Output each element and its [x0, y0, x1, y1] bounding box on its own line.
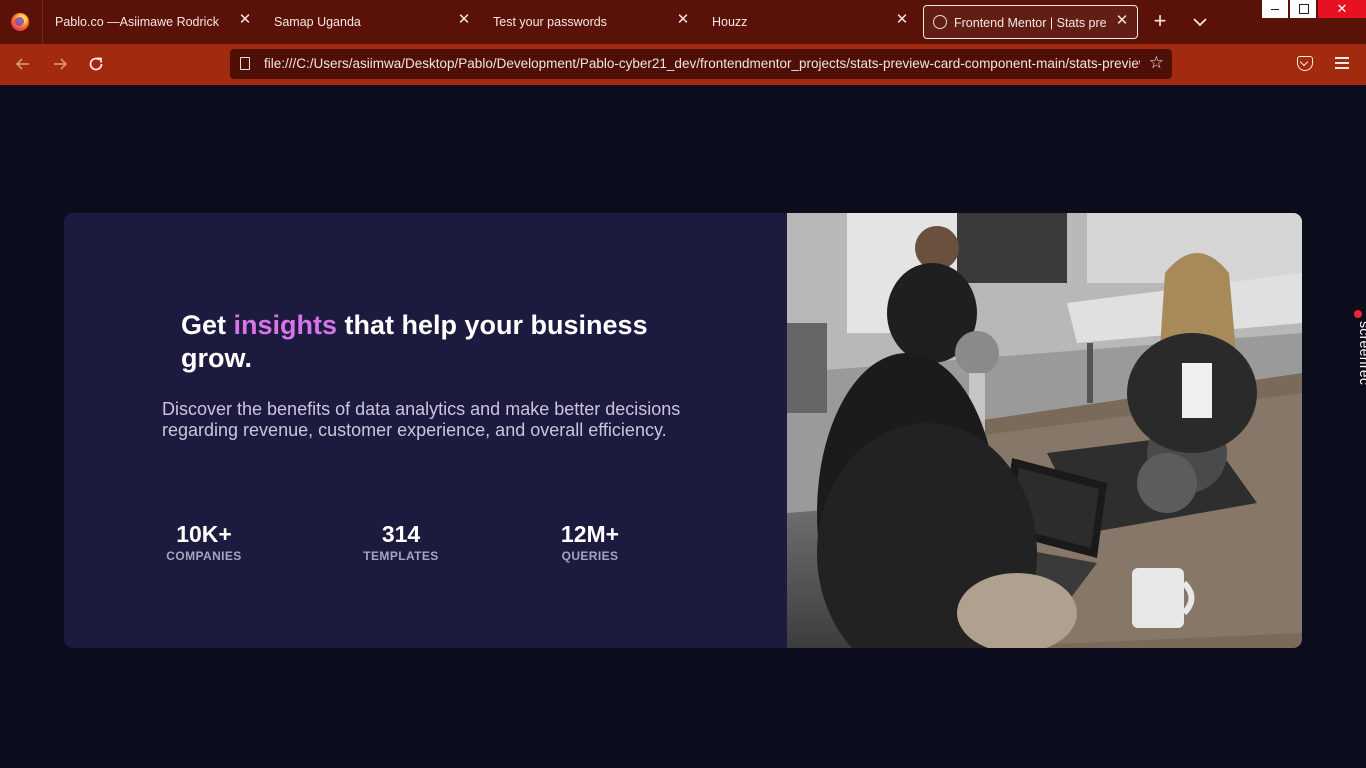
office-photo-illustration	[787, 213, 1302, 648]
window-close-button[interactable]: ✕	[1318, 0, 1366, 18]
stats-preview-card: Get insights that help your business gro…	[64, 213, 1302, 648]
tab-houzz[interactable]: Houzz ✕	[700, 0, 919, 44]
page-icon	[240, 57, 250, 70]
tab-label: Frontend Mentor | Stats preview card com…	[954, 16, 1106, 30]
screen-recorder-badge[interactable]: screenrec	[1350, 308, 1366, 408]
record-dot-icon	[1354, 310, 1362, 318]
stat-label: QUERIES	[561, 549, 619, 563]
stat-templates: 314 TEMPLATES	[356, 520, 446, 563]
recorder-label: screenrec	[1357, 321, 1366, 386]
navigation-toolbar: file:///C:/Users/asiimwa/Desktop/Pablo/D…	[0, 44, 1366, 85]
close-icon[interactable]: ✕	[676, 12, 690, 27]
url-text[interactable]: file:///C:/Users/asiimwa/Desktop/Pablo/D…	[264, 56, 1140, 71]
office-photo	[787, 213, 1302, 648]
stat-queries: 12M+ QUERIES	[545, 520, 635, 563]
stat-value: 10K+	[176, 521, 232, 547]
reload-button[interactable]	[85, 54, 107, 76]
stat-label: TEMPLATES	[363, 549, 439, 563]
arrow-left-icon	[15, 58, 29, 70]
headline-start: Get	[181, 310, 234, 340]
tab-label: Test your passwords	[493, 15, 607, 29]
back-button[interactable]	[12, 54, 34, 76]
stat-value: 314	[381, 521, 421, 547]
window-minimize-button[interactable]	[1262, 0, 1288, 18]
tab-samap[interactable]: Samap Uganda ✕	[262, 0, 481, 44]
card-description: Discover the benefits of data analytics …	[162, 399, 681, 440]
tab-frontend-mentor[interactable]: Frontend Mentor | Stats preview card com…	[923, 5, 1138, 39]
tab-pablo[interactable]: Pablo.co —Asiimawe Rodrick ✕	[43, 0, 262, 44]
bookmark-star-button[interactable]: ☆	[1149, 53, 1164, 73]
close-icon[interactable]: ✕	[1115, 13, 1129, 28]
address-bar[interactable]: file:///C:/Users/asiimwa/Desktop/Pablo/D…	[230, 49, 1172, 79]
close-icon[interactable]: ✕	[457, 12, 471, 27]
headline-accent: insights	[233, 310, 338, 340]
hamburger-menu-icon[interactable]	[1335, 57, 1349, 70]
window-restore-button[interactable]	[1290, 0, 1316, 18]
chevron-down-icon	[1193, 18, 1207, 27]
tab-test-passwords[interactable]: Test your passwords ✕	[481, 0, 700, 44]
pocket-icon[interactable]	[1297, 56, 1313, 71]
arrow-right-icon	[54, 58, 68, 70]
close-icon[interactable]: ✕	[238, 12, 252, 27]
tab-label: Samap Uganda	[274, 15, 361, 29]
stat-value: 12M+	[560, 521, 620, 547]
stat-companies: 10K+ COMPANIES	[159, 520, 249, 563]
tab-label: Pablo.co —Asiimawe Rodrick	[55, 15, 219, 29]
list-tabs-button[interactable]	[1190, 12, 1210, 32]
stat-label: COMPANIES	[166, 549, 242, 563]
reload-icon	[89, 57, 103, 71]
forward-button[interactable]	[49, 54, 71, 76]
globe-icon	[933, 15, 947, 29]
close-icon[interactable]: ✕	[895, 12, 909, 27]
tab-label: Houzz	[712, 15, 748, 29]
firefox-logo-icon	[11, 13, 29, 31]
card-headline: Get insights that help your business gro…	[181, 309, 701, 375]
new-tab-button[interactable]: +	[1150, 10, 1170, 32]
tab-strip: Pablo.co —Asiimawe Rodrick ✕ Samap Ugand…	[0, 0, 1366, 44]
